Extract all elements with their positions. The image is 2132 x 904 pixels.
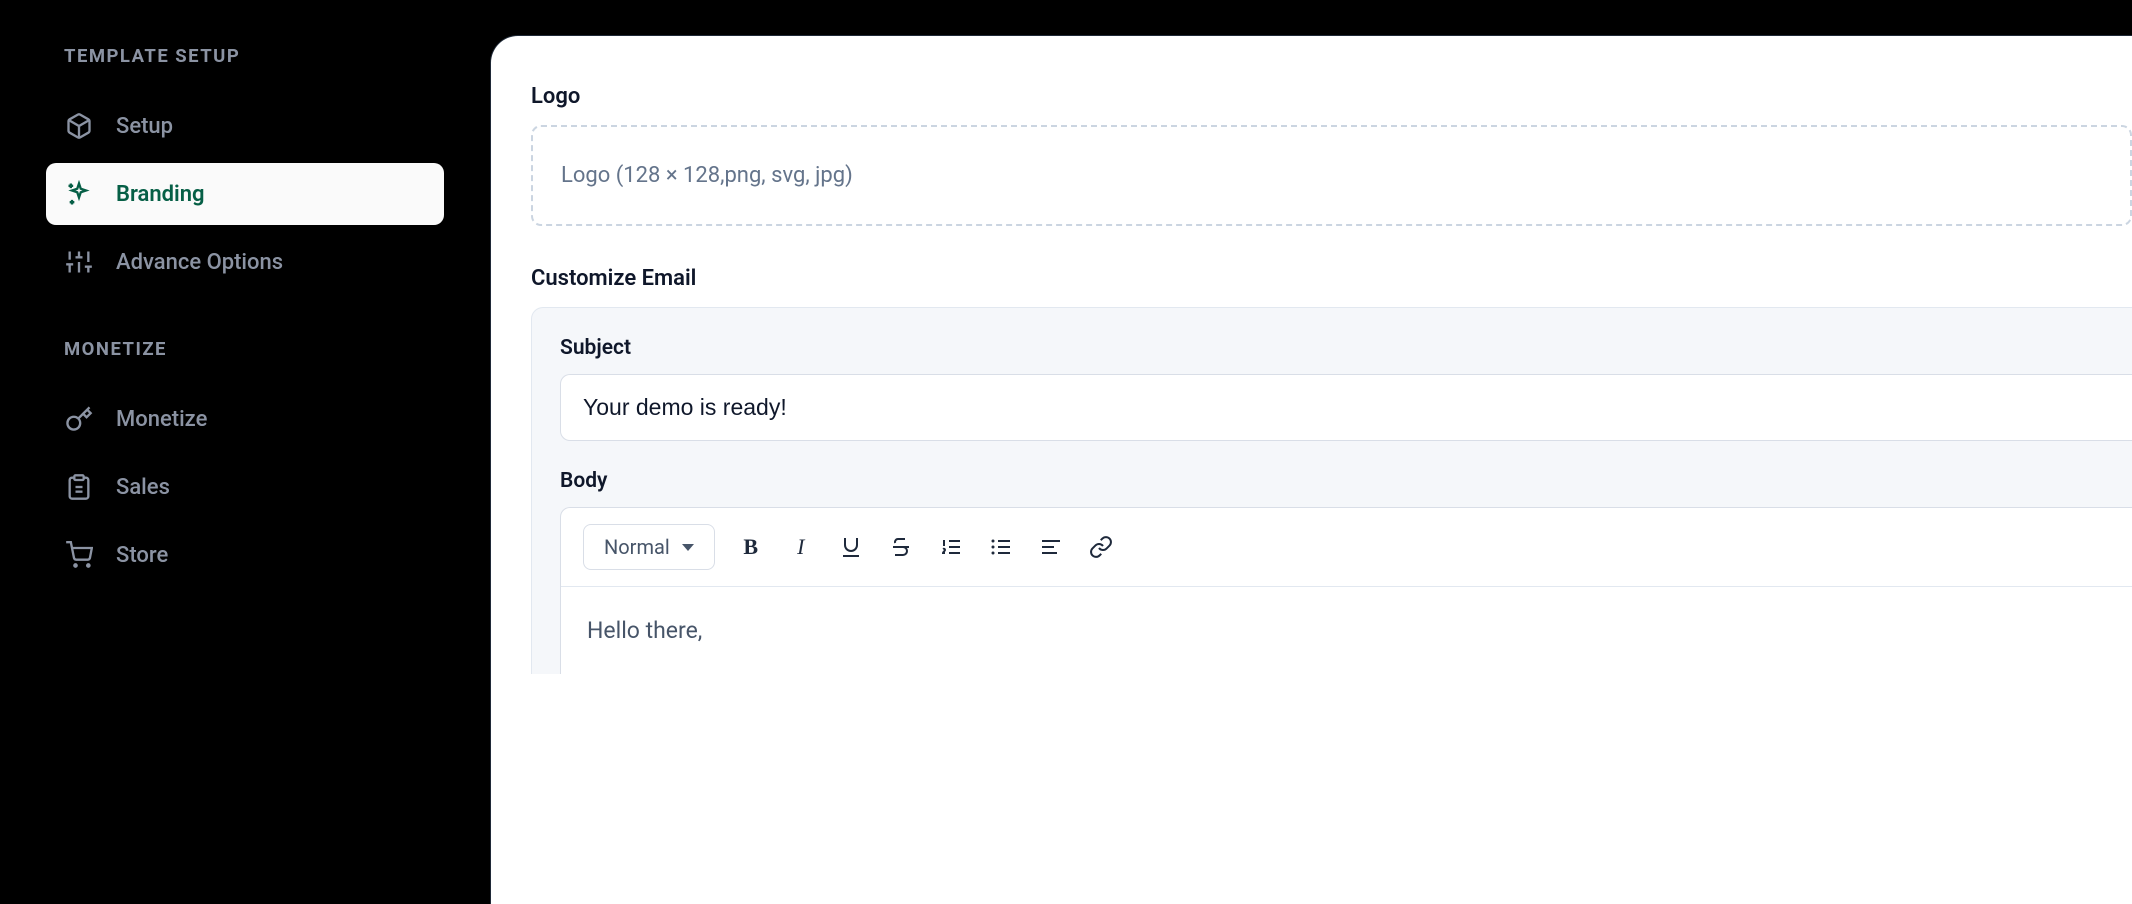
sidebar-item-label: Store [116,543,168,568]
sidebar-item-label: Branding [116,182,205,207]
bold-button[interactable]: B [737,533,765,561]
chevron-down-icon [682,544,694,551]
editor-toolbar: Normal B I [561,508,2132,587]
sidebar-item-sales[interactable]: Sales [46,456,444,518]
logo-label: Logo [531,84,2132,109]
underline-button[interactable] [837,533,865,561]
ordered-list-button[interactable] [937,533,965,561]
sparkle-icon [64,179,94,209]
unordered-list-button[interactable] [987,533,1015,561]
section-header-template-setup: TEMPLATE SETUP [46,45,444,67]
link-button[interactable] [1087,533,1115,561]
align-button[interactable] [1037,533,1065,561]
body-editor: Normal B I [560,507,2132,674]
text-style-select[interactable]: Normal [583,524,715,570]
customize-email-label: Customize Email [531,266,2132,291]
sidebar-item-label: Setup [116,114,173,139]
body-textarea[interactable]: Hello there, [561,587,2132,674]
email-card: Subject Body Normal B I [531,307,2132,674]
text-style-label: Normal [604,535,670,559]
box-icon [64,111,94,141]
app-layout: TEMPLATE SETUP Setup Branding Advance Op… [0,0,2132,904]
subject-label: Subject [560,336,2132,360]
strikethrough-button[interactable] [887,533,915,561]
sidebar-item-label: Sales [116,475,170,500]
sidebar: TEMPLATE SETUP Setup Branding Advance Op… [0,0,490,904]
section-header-monetize: MONETIZE [46,338,444,360]
logo-dropzone-text: Logo (128 × 128,png, svg, jpg) [561,163,853,188]
sidebar-item-branding[interactable]: Branding [46,163,444,225]
sidebar-item-advance-options[interactable]: Advance Options [46,231,444,293]
sliders-icon [64,247,94,277]
cart-icon [64,540,94,570]
sidebar-item-store[interactable]: Store [46,524,444,586]
sidebar-item-label: Advance Options [116,250,283,275]
subject-input[interactable] [560,374,2132,441]
key-icon [64,404,94,434]
main-panel: Logo Logo (128 × 128,png, svg, jpg) Cust… [490,35,2132,904]
sidebar-item-monetize[interactable]: Monetize [46,388,444,450]
sidebar-item-setup[interactable]: Setup [46,95,444,157]
body-label: Body [560,469,2132,493]
clipboard-icon [64,472,94,502]
italic-button[interactable]: I [787,533,815,561]
logo-dropzone[interactable]: Logo (128 × 128,png, svg, jpg) [531,125,2132,226]
sidebar-item-label: Monetize [116,407,207,432]
